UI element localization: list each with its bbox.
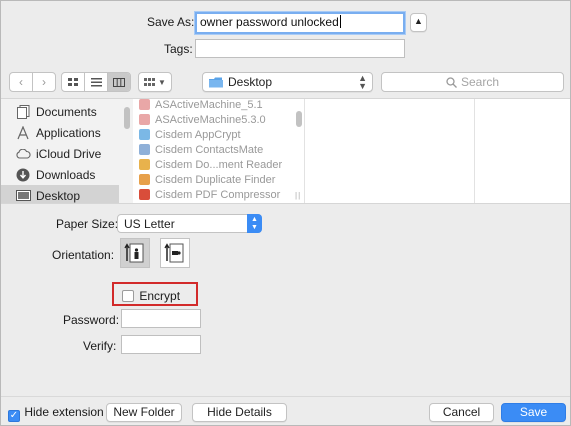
applications-icon — [15, 125, 31, 140]
list-item[interactable]: Cisdem AppCrypt — [139, 127, 241, 142]
paper-size-label: Paper Size: — [56, 217, 119, 231]
chevron-down-icon: ▼ — [158, 77, 166, 87]
list-item[interactable]: Cisdem ContactsMate — [139, 142, 263, 157]
new-folder-button[interactable]: New Folder — [106, 403, 182, 422]
hide-extension-label: Hide extension — [24, 405, 104, 419]
text-caret — [339, 15, 341, 28]
column-resize-handle[interactable]: || — [295, 191, 301, 200]
password-label: Password: — [63, 313, 120, 327]
orientation-label: Orientation: — [52, 248, 115, 262]
save-as-label: Save As: — [147, 15, 195, 29]
app-icon — [139, 174, 150, 185]
cloud-icon — [15, 147, 31, 161]
view-mode-control — [61, 72, 131, 92]
list-icon — [90, 77, 102, 86]
search-field[interactable]: Search — [381, 72, 564, 92]
updown-chevron-icon: ▲ ▼ — [247, 214, 262, 233]
tags-field[interactable] — [195, 39, 405, 58]
filename-field[interactable]: owner password unlocked — [195, 12, 405, 34]
chevron-left-icon: ‹ — [19, 75, 23, 89]
paper-size-value: US Letter — [124, 216, 175, 231]
location-label: Desktop — [228, 74, 273, 89]
list-item[interactable]: ASActiveMachine5.3.0 — [139, 112, 266, 127]
file-column-scrollbar[interactable] — [296, 111, 302, 127]
updown-chevron-icon: ▲ ▼ — [358, 73, 367, 91]
arrange-grid-icon — [144, 77, 156, 86]
landscape-orientation-button[interactable] — [160, 238, 190, 268]
filename-text: owner password unlocked — [200, 15, 339, 29]
list-view-button[interactable] — [85, 73, 108, 91]
sidebar-item-documents[interactable]: Documents — [1, 101, 119, 122]
paper-size-popup[interactable]: US Letter ▲ ▼ — [117, 214, 262, 233]
sidebar: Documents Applications iCloud Drive Down… — [1, 99, 133, 203]
folder-icon — [209, 77, 223, 87]
app-icon — [139, 99, 150, 110]
checkbox-checked: ✓ — [8, 410, 20, 422]
expand-collapse-button[interactable]: ▲ — [410, 13, 427, 32]
checkbox-unchecked — [122, 290, 134, 302]
icon-view-button[interactable] — [62, 73, 85, 91]
list-item[interactable]: Cisdem Duplicate Finder — [139, 172, 275, 187]
downloads-icon — [15, 168, 31, 182]
sidebar-item-label: iCloud Drive — [36, 146, 102, 161]
save-dialog: Save As: owner password unlocked ▲ Tags:… — [0, 0, 571, 426]
search-icon — [446, 76, 457, 88]
save-button[interactable]: Save — [501, 403, 566, 422]
location-popup[interactable]: Desktop ▲ ▼ — [202, 72, 373, 92]
file-column: ASActiveMachine_5.1 ASActiveMachine5.3.0… — [133, 99, 305, 203]
sidebar-item-label: Applications — [36, 125, 101, 140]
sidebar-scrollbar[interactable] — [124, 107, 130, 129]
password-field[interactable] — [121, 309, 201, 328]
footer-divider — [1, 396, 570, 397]
app-icon — [139, 144, 150, 155]
encrypt-checkbox[interactable]: Encrypt — [122, 289, 180, 303]
list-item[interactable]: Cisdem PDF Compressor — [139, 187, 280, 202]
search-placeholder: Search — [460, 75, 500, 89]
list-item[interactable]: Cisdem Do...ment Reader — [139, 157, 282, 172]
empty-column — [476, 99, 570, 203]
verify-field[interactable] — [121, 335, 201, 354]
hide-details-button[interactable]: Hide Details — [192, 403, 287, 422]
sidebar-item-icloud-drive[interactable]: iCloud Drive — [1, 143, 119, 164]
forward-button[interactable]: › — [33, 73, 55, 91]
columns-icon — [113, 77, 125, 87]
grid-icon — [68, 77, 78, 86]
file-browser: Documents Applications iCloud Drive Down… — [1, 98, 570, 204]
hide-extension-checkbox[interactable]: ✓ Hide extension — [8, 405, 104, 422]
sidebar-item-desktop[interactable]: Desktop — [1, 185, 119, 203]
desktop-icon — [15, 189, 31, 203]
app-icon — [139, 159, 150, 170]
app-icon — [139, 114, 150, 125]
landscape-icon — [164, 243, 184, 263]
chevron-right-icon: › — [42, 75, 46, 89]
sidebar-item-downloads[interactable]: Downloads — [1, 164, 119, 185]
chevron-up-icon: ▲ — [414, 16, 423, 26]
cancel-button[interactable]: Cancel — [429, 403, 494, 422]
portrait-orientation-button[interactable] — [120, 238, 150, 268]
sidebar-item-applications[interactable]: Applications — [1, 122, 119, 143]
app-icon — [139, 129, 150, 140]
column-view-button[interactable] — [108, 73, 130, 91]
sidebar-item-label: Documents — [36, 104, 97, 119]
sidebar-item-label: Downloads — [36, 167, 96, 182]
documents-icon — [15, 104, 31, 119]
portrait-icon — [124, 243, 144, 263]
arrange-button[interactable]: ▼ — [138, 72, 172, 92]
encrypt-label: Encrypt — [139, 289, 181, 303]
empty-column — [305, 99, 475, 203]
tags-label: Tags: — [164, 42, 193, 56]
sidebar-item-label: Desktop — [36, 188, 81, 203]
back-forward-control: ‹ › — [9, 72, 56, 92]
app-icon — [139, 189, 150, 200]
verify-label: Verify: — [83, 339, 117, 353]
list-item[interactable]: ASActiveMachine_5.1 — [139, 99, 263, 112]
back-button[interactable]: ‹ — [10, 73, 33, 91]
